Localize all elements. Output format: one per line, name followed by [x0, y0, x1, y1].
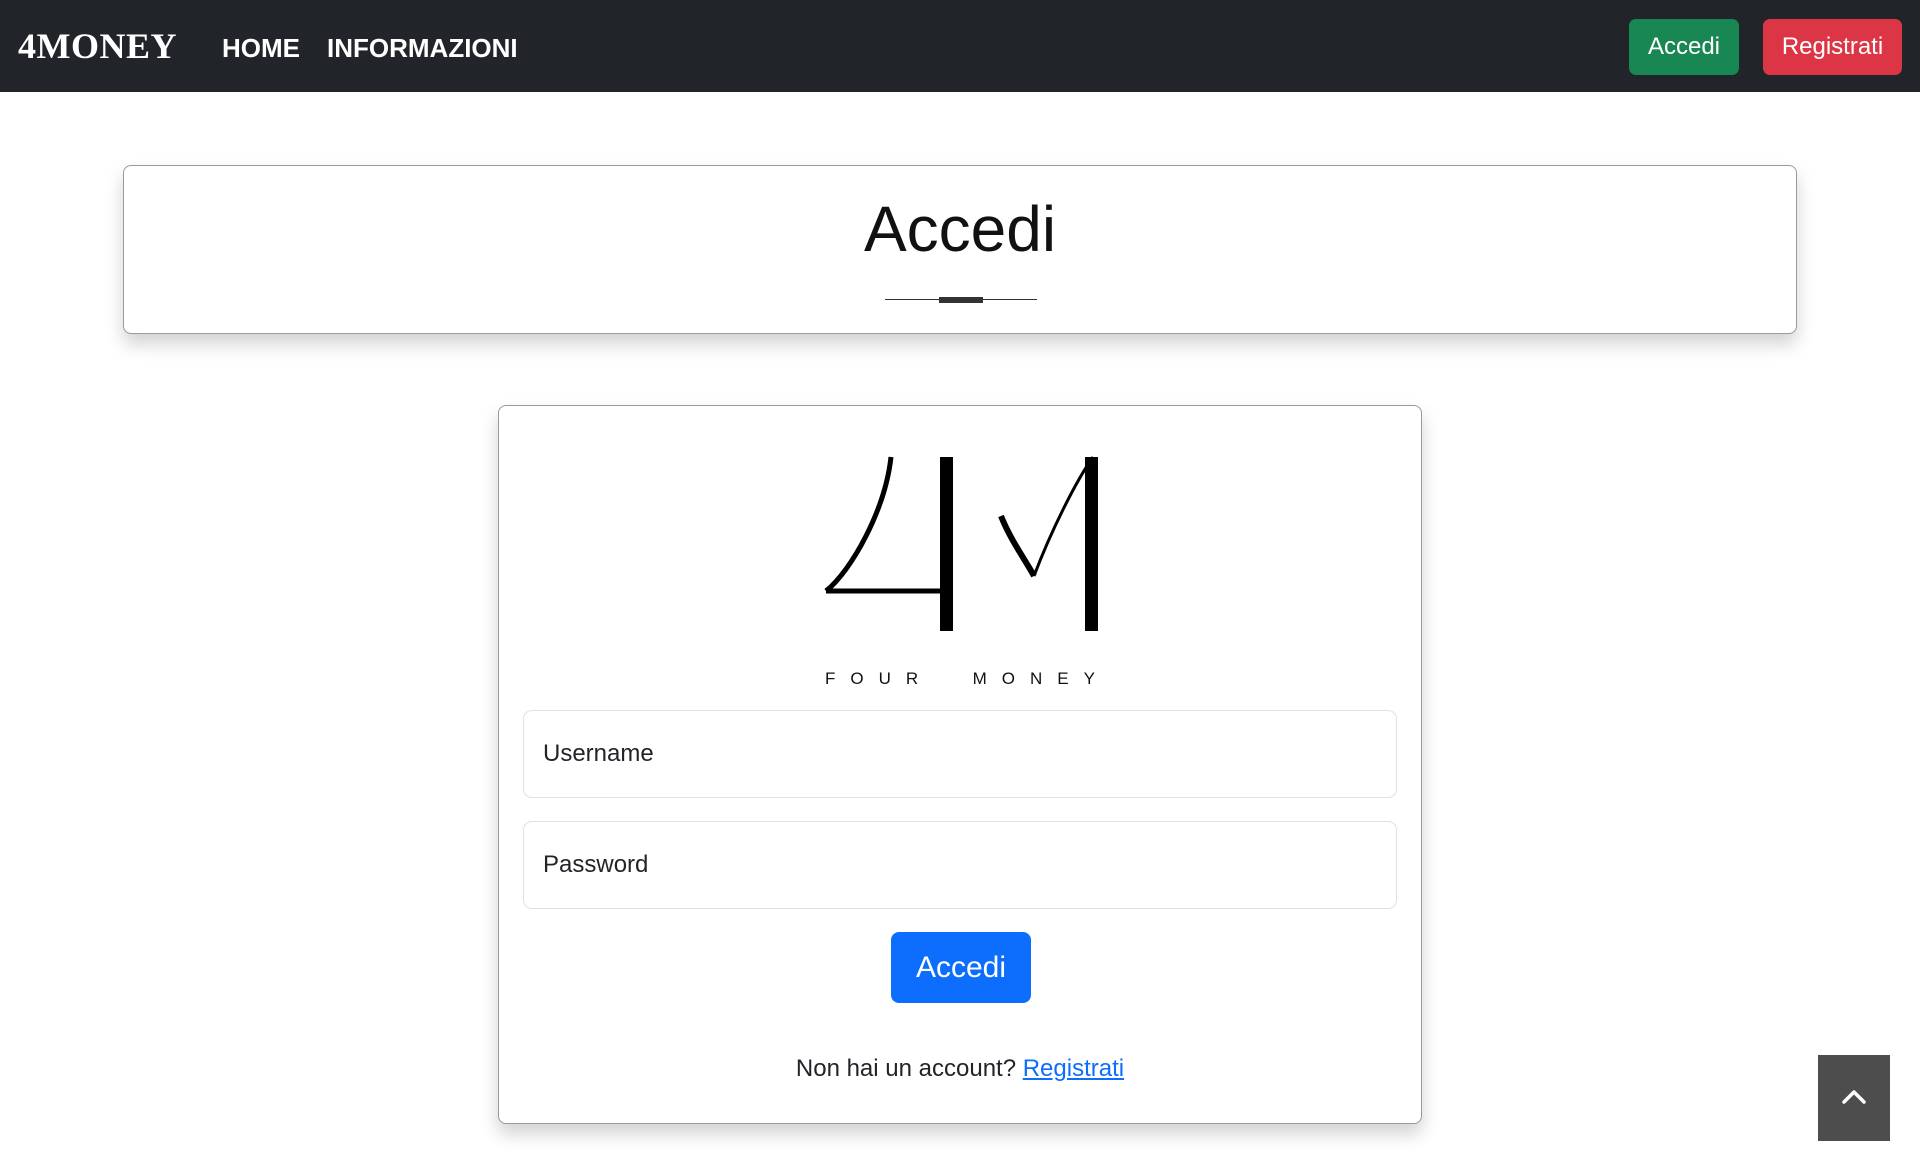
top-navbar: 4MONEY HOME INFORMAZIONI Accedi Registra… [0, 0, 1920, 92]
four-money-logo [824, 456, 1098, 631]
login-submit-button[interactable]: Accedi [891, 932, 1031, 1003]
page-title: Accedi [863, 193, 1057, 265]
password-field[interactable]: Password [523, 821, 1397, 909]
username-field[interactable]: Username [523, 710, 1397, 798]
brand-logo[interactable]: 4MONEY [18, 26, 177, 66]
nav-informazioni-link[interactable]: INFORMAZIONI [327, 33, 518, 63]
chevron-up-icon [1842, 1090, 1866, 1104]
nav-login-button[interactable]: Accedi [1629, 19, 1739, 75]
scroll-to-top-button[interactable] [1818, 1055, 1890, 1141]
signup-prompt-row: Non hai un account? Registrati [499, 1054, 1421, 1084]
username-label: Username [543, 740, 654, 767]
password-label: Password [543, 851, 649, 878]
logo-subtitle: FOUR MONEY [825, 669, 1110, 688]
signup-link[interactable]: Registrati [1023, 1055, 1124, 1082]
nav-home-link[interactable]: HOME [222, 33, 300, 63]
signup-prompt-text: Non hai un account? [795, 1055, 1023, 1082]
title-divider-accent [939, 297, 983, 303]
nav-register-button[interactable]: Registrati [1763, 19, 1902, 75]
page-title-card: Accedi [123, 165, 1797, 334]
login-form-card: FOUR MONEY Username Password Accedi Non … [498, 405, 1422, 1124]
